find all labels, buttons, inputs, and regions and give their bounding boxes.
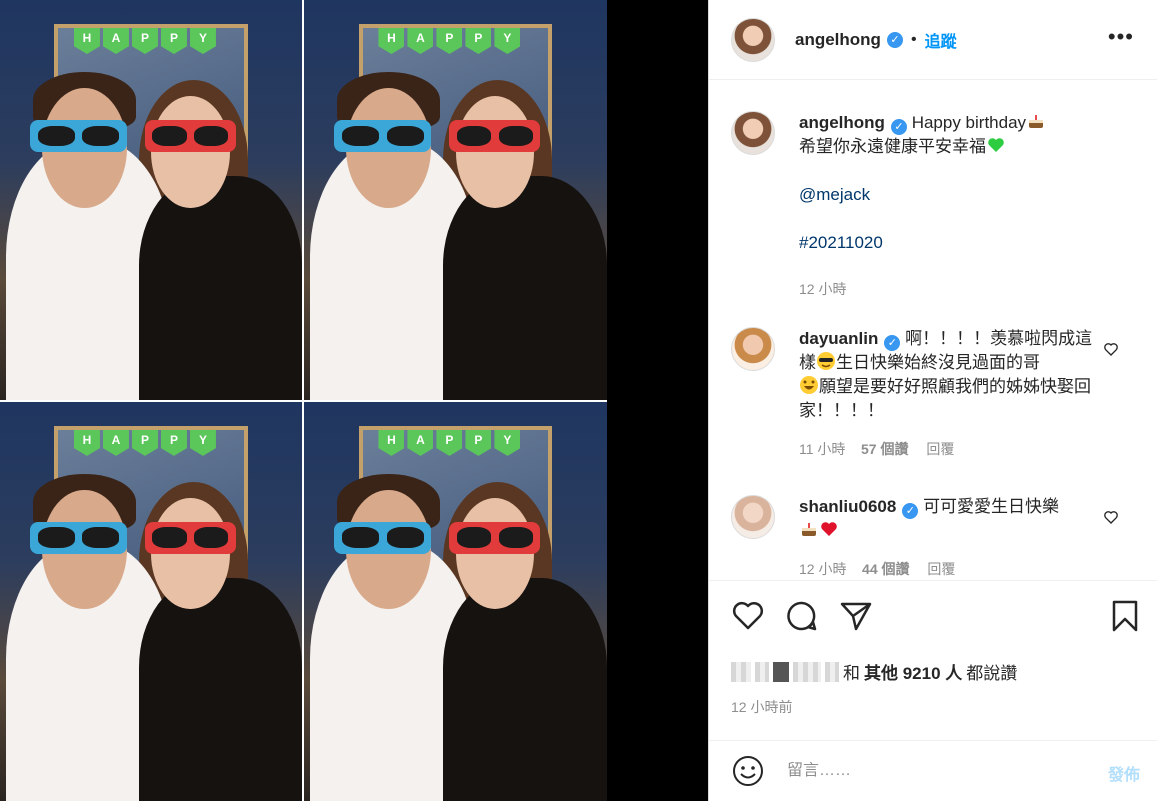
caption-username[interactable]: angelhong: [799, 113, 885, 132]
verified-icon: ✓: [902, 503, 919, 519]
comment-text: 可可愛愛生日快樂: [923, 497, 1060, 516]
smile-icon[interactable]: [731, 754, 765, 788]
cake-icon: [802, 523, 816, 536]
comment-time: 11 小時: [799, 441, 846, 457]
green-heart-icon: [988, 138, 1004, 152]
happy-banner: HAPPY: [66, 28, 223, 68]
likes-summary[interactable]: 和 其他 9210 人 都說讚: [731, 659, 1017, 684]
reply-button[interactable]: 回覆: [926, 441, 954, 457]
hashtag-link[interactable]: #20211020: [799, 233, 883, 252]
caption-time: 12 小時: [799, 281, 847, 297]
post-photo[interactable]: HAPPY HAPPY HAPPY HA P P Y: [0, 0, 708, 801]
sunglasses-icon: [817, 352, 835, 370]
likes-suffix: 都說讚: [966, 664, 1018, 683]
separator-dot: •: [910, 30, 917, 48]
photo-collage: HAPPY HAPPY HAPPY HA P P Y: [0, 0, 607, 801]
like-comment-icon[interactable]: [1103, 341, 1119, 357]
blurred-avatar: [825, 661, 839, 682]
share-icon[interactable]: [839, 599, 873, 633]
red-heart-icon: [821, 522, 837, 536]
like-comment-icon[interactable]: [1103, 509, 1119, 525]
post-comment-button[interactable]: 發佈: [1108, 761, 1140, 785]
mention-link[interactable]: @mejack: [799, 185, 870, 204]
comment-likes-button[interactable]: 57 個讚: [861, 441, 908, 457]
comment-input[interactable]: [787, 762, 1087, 780]
comment-text-2: 生日快樂始終沒見過面的哥: [836, 353, 1040, 372]
bookmark-icon[interactable]: [1108, 599, 1142, 633]
follow-button[interactable]: 追蹤: [925, 28, 957, 52]
comment-username[interactable]: dayuanlin: [799, 329, 878, 348]
photo-panel-3: HAPPY: [0, 402, 302, 801]
verified-icon: ✓: [886, 31, 903, 48]
post-timestamp[interactable]: 12 小時前: [731, 697, 792, 717]
verified-icon: ✓: [884, 335, 901, 351]
comment-time: 12 小時: [799, 561, 847, 577]
caption: angelhong ✓ Happy birthday 希望你永遠健康平安幸福 @m…: [731, 111, 1141, 301]
comment-item: shanliu0608 ✓ 可可愛愛生日快樂 12 小時 44 個讚 回覆: [731, 495, 1141, 580]
comment-text-3: 願望是要好好照顧我們的姊姊快娶回家！！！！: [799, 377, 1091, 420]
avatar[interactable]: [731, 327, 775, 371]
post-header: angelhong ✓ • 追蹤 •••: [709, 0, 1157, 80]
caption-line2: 希望你永遠健康平安幸福: [799, 137, 986, 156]
photo-letterbox: [607, 0, 708, 801]
likes-and: 和: [843, 664, 860, 683]
verified-icon: ✓: [890, 119, 907, 135]
comment-icon[interactable]: [785, 599, 819, 633]
caption-line1: Happy birthday: [911, 113, 1027, 132]
post-username[interactable]: angelhong: [795, 30, 881, 50]
photo-panel-4: HAPPY: [304, 402, 607, 801]
comment-username[interactable]: shanliu0608: [799, 497, 896, 516]
comment-composer: 發佈: [709, 740, 1157, 801]
avatar[interactable]: [731, 17, 775, 62]
comments-list[interactable]: angelhong ✓ Happy birthday 希望你永遠健康平安幸福 @m…: [709, 81, 1157, 580]
comment-likes-button[interactable]: 44 個讚: [862, 561, 909, 577]
blurred-avatar: [793, 661, 821, 682]
happy-banner: HAPPY: [66, 429, 223, 470]
blurred-avatar: [773, 661, 789, 682]
comment-item: dayuanlin ✓ 啊！！！！羡慕啦閃成這樣 生日快樂始終沒見過面的哥 願望是要好…: [731, 327, 1141, 461]
post-sidebar: angelhong ✓ • 追蹤 ••• angelhong ✓ Happy bi…: [708, 0, 1157, 801]
post-actions: 和 其他 9210 人 都說讚 12 小時前: [709, 580, 1157, 740]
photo-panel-1: HAPPY: [0, 0, 302, 400]
blurred-avatar: [731, 661, 751, 682]
likes-others[interactable]: 其他 9210 人: [864, 659, 962, 684]
reply-button[interactable]: 回覆: [927, 561, 955, 577]
happy-banner: HAPPY: [371, 429, 529, 470]
more-options-button[interactable]: •••: [1108, 24, 1134, 50]
heart-icon[interactable]: [731, 599, 765, 633]
photo-panel-2: HAPPY: [304, 0, 607, 400]
blurred-avatar: [755, 661, 769, 682]
avatar[interactable]: [731, 495, 775, 539]
cake-icon: [1029, 115, 1044, 128]
avatar[interactable]: [731, 111, 775, 155]
happy-banner: HAPPY: [371, 28, 529, 68]
laugh-icon: [800, 376, 818, 394]
